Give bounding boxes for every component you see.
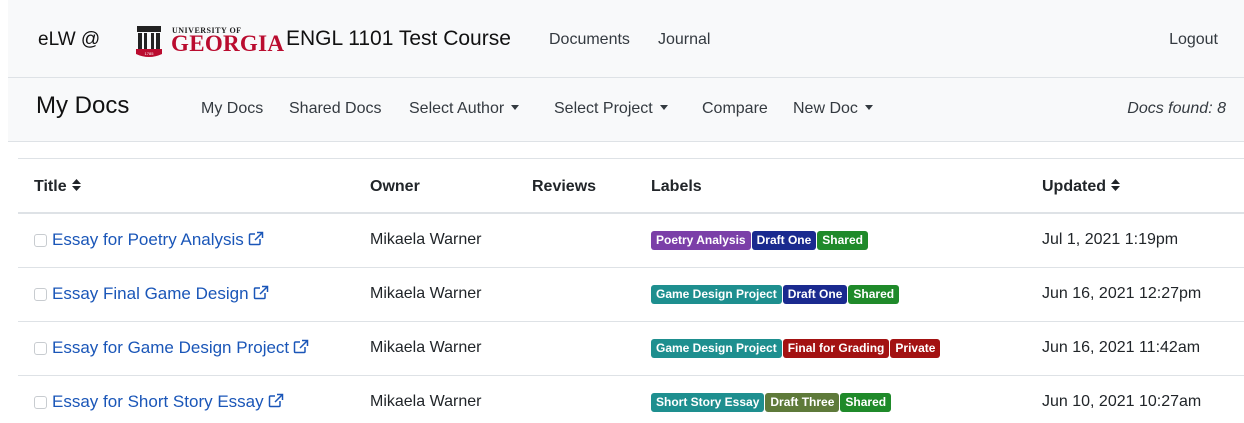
nav-documents[interactable]: Documents bbox=[549, 31, 630, 49]
subnav-shared-docs[interactable]: Shared Docs bbox=[289, 100, 382, 118]
label-badge: Game Design Project bbox=[651, 339, 782, 358]
row-select-checkbox[interactable] bbox=[34, 342, 47, 355]
external-link-icon[interactable] bbox=[268, 393, 284, 408]
subnav-new-doc[interactable]: New Doc bbox=[793, 100, 873, 118]
doc-labels: Short Story Essay Draft Three Shared bbox=[651, 393, 892, 412]
subnav-compare-label: Compare bbox=[702, 100, 768, 117]
page-title: My Docs bbox=[36, 92, 130, 119]
doc-labels: Game Design Project Final for Grading Priv… bbox=[651, 339, 941, 358]
doc-owner: Mikaela Warner bbox=[370, 285, 482, 302]
external-link-icon[interactable] bbox=[253, 285, 269, 300]
subnav-select-author[interactable]: Select Author bbox=[409, 100, 520, 118]
label-badge: Shared bbox=[817, 231, 868, 250]
caret-down-icon bbox=[511, 105, 520, 110]
label-badge: Private bbox=[890, 339, 941, 358]
brand-text[interactable]: eLW @ bbox=[38, 29, 100, 51]
label-badge: Final for Grading bbox=[782, 339, 890, 358]
doc-updated: Jun 10, 2021 10:27am bbox=[1042, 393, 1202, 410]
subnav-select-project-label: Select Project bbox=[554, 100, 653, 117]
subnav-compare[interactable]: Compare bbox=[702, 100, 768, 118]
subnav-shared-docs-label: Shared Docs bbox=[289, 100, 382, 117]
top-navbar: eLW @ 1785 UNIVERSITY OF GEORGIA ENGL 11… bbox=[8, 0, 1244, 78]
doc-labels: Game Design Project Draft One Shared bbox=[651, 285, 900, 304]
seal-year: 1785 bbox=[145, 51, 155, 56]
doc-updated: Jun 16, 2021 11:42am bbox=[1042, 339, 1201, 356]
logout-link[interactable]: Logout bbox=[1169, 31, 1218, 49]
doc-title-text: Essay for Short Story Essay bbox=[52, 392, 264, 411]
doc-title-text: Essay for Game Design Project bbox=[52, 338, 290, 357]
row-select-checkbox[interactable] bbox=[34, 396, 47, 409]
uga-arch-icon: 1785 bbox=[136, 26, 162, 57]
row-select-checkbox[interactable] bbox=[34, 288, 47, 301]
column-header-owner: Owner bbox=[370, 178, 420, 195]
table-row: Essay Final Game Design Mikaela Warner Gam… bbox=[18, 268, 1244, 322]
doc-title-text: Essay Final Game Design bbox=[52, 284, 249, 303]
doc-title-link[interactable]: Essay Final Game Design bbox=[52, 284, 269, 304]
column-title-label: Title bbox=[34, 178, 67, 195]
docs-found-count: Docs found: 8 bbox=[1127, 100, 1226, 117]
subnav-select-project[interactable]: Select Project bbox=[554, 100, 668, 118]
doc-owner: Mikaela Warner bbox=[370, 339, 482, 356]
table-header: Title Owner Reviews Labels Updated bbox=[18, 158, 1244, 214]
label-badge: Short Story Essay bbox=[651, 393, 765, 412]
logo-main-text: GEORGIA bbox=[171, 31, 285, 56]
subnav-select-author-label: Select Author bbox=[409, 100, 505, 117]
doc-title-link[interactable]: Essay for Poetry Analysis bbox=[52, 230, 264, 250]
university-logo[interactable]: 1785 UNIVERSITY OF GEORGIA bbox=[134, 24, 284, 64]
label-badge: Game Design Project bbox=[651, 285, 782, 304]
label-badge: Shared bbox=[840, 393, 892, 412]
doc-owner: Mikaela Warner bbox=[370, 393, 482, 410]
label-badge: Draft Three bbox=[765, 393, 840, 412]
subnav-my-docs-label: My Docs bbox=[201, 100, 264, 117]
table-body: Essay for Poetry Analysis Mikaela Warner P… bbox=[18, 214, 1244, 423]
caret-down-icon bbox=[659, 105, 668, 110]
column-header-reviews: Reviews bbox=[532, 178, 597, 195]
docs-table: Title Owner Reviews Labels Updated Essay… bbox=[18, 158, 1244, 423]
subnav-new-doc-label: New Doc bbox=[793, 100, 858, 117]
sort-icon bbox=[71, 179, 81, 191]
doc-title-link[interactable]: Essay for Game Design Project bbox=[52, 338, 309, 358]
doc-title-link[interactable]: Essay for Short Story Essay bbox=[52, 392, 284, 412]
label-badge: Shared bbox=[848, 285, 900, 304]
course-title[interactable]: ENGL 1101 Test Course bbox=[286, 27, 511, 51]
external-link-icon[interactable] bbox=[293, 339, 309, 354]
doc-labels: Poetry Analysis Draft One Shared bbox=[651, 231, 869, 250]
column-header-updated[interactable]: Updated bbox=[1042, 178, 1120, 196]
external-link-icon[interactable] bbox=[248, 231, 264, 246]
doc-updated: Jul 1, 2021 1:19pm bbox=[1042, 231, 1179, 248]
label-badge: Draft One bbox=[782, 285, 848, 304]
label-badge: Draft One bbox=[751, 231, 817, 250]
doc-title-text: Essay for Poetry Analysis bbox=[52, 230, 244, 249]
sub-navbar: My Docs My Docs Shared Docs Select Autho… bbox=[8, 78, 1244, 142]
label-badge: Poetry Analysis bbox=[651, 231, 751, 250]
table-row: Essay for Poetry Analysis Mikaela Warner P… bbox=[18, 214, 1244, 268]
nav-journal[interactable]: Journal bbox=[658, 31, 710, 49]
doc-owner: Mikaela Warner bbox=[370, 231, 482, 248]
table-row: Essay for Game Design Project Mikaela War… bbox=[18, 322, 1244, 376]
caret-down-icon bbox=[864, 105, 873, 110]
table-row: Essay for Short Story Essay Mikaela Warne… bbox=[18, 376, 1244, 423]
sort-icon bbox=[1111, 179, 1120, 191]
doc-updated: Jun 16, 2021 12:27pm bbox=[1042, 285, 1202, 302]
row-select-checkbox[interactable] bbox=[34, 234, 47, 247]
column-header-title[interactable]: Title bbox=[34, 178, 81, 196]
column-updated-label: Updated bbox=[1042, 178, 1106, 195]
column-header-labels: Labels bbox=[651, 178, 702, 195]
subnav-my-docs[interactable]: My Docs bbox=[201, 100, 263, 118]
